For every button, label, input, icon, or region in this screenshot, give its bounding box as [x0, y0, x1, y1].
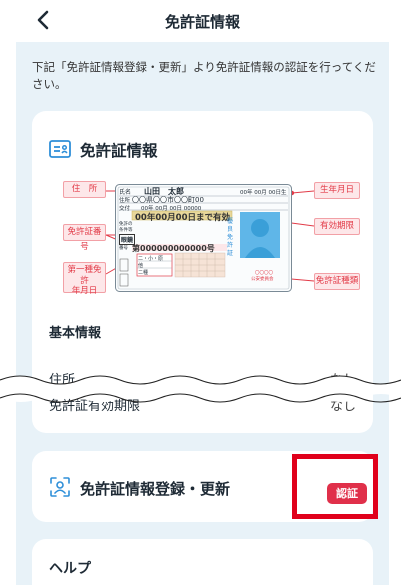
sample-issue-label: 交付 [119, 206, 131, 212]
sample-number: 第000000000000号 [132, 244, 215, 253]
sample-birth: 00年 00月 00日生 [240, 190, 287, 196]
sample-cond-label-2: 条件等 [119, 228, 133, 233]
intro-text: 下記「免許証情報登録・更新」より免許証情報の認証を行ってください。 [32, 60, 376, 91]
tag-first-class-date: 第一種免許 年月日 [63, 262, 106, 296]
address-row-value: なし [329, 373, 356, 388]
tag-license-type: 免許証種類 [314, 273, 360, 290]
page-title: 免許証情報 [164, 13, 240, 31]
person-scan-icon [50, 477, 70, 497]
license-card-image: 氏名 山田 太郎 00年 00月 00日生 住所 〇〇県〇〇市〇〇町00 交付 … [115, 184, 292, 292]
help-title: ヘルプ [49, 561, 91, 577]
sample-row-3: 二種 [138, 270, 149, 276]
tag-license-number: 免許証番号 [63, 224, 106, 252]
address-row-label: 住所 [49, 373, 76, 388]
license-info-card: 免許証情報 氏名 山田 太郎 00年 00月 00日生 住所 〇〇県〇〇市〇〇町… [32, 111, 373, 433]
tag-address: 住 所 [63, 181, 106, 198]
sample-row-1: 二・小・原 [138, 256, 164, 262]
tag-birth-date: 生年月日 [314, 182, 360, 199]
expiry-row-label: 免許証有効期限 [49, 399, 141, 414]
help-card[interactable]: ヘルプ [32, 539, 373, 585]
sample-address-label: 住所 [119, 198, 131, 204]
tag-expiry: 有効期限 [314, 218, 360, 235]
sample-issuer-2: 公安委員会 [251, 277, 274, 282]
sample-row-2: 他 [138, 263, 144, 269]
sample-side-text: 優良免許証 [227, 218, 234, 257]
sample-name-label: 氏名 [119, 189, 132, 196]
register-update-title: 免許証情報登録・更新 [80, 480, 231, 498]
highlight-frame [292, 454, 378, 519]
basic-info-title: 基本情報 [49, 326, 102, 341]
sample-expiry: 00年00月00日まで有効 [135, 213, 230, 223]
expiry-row-value: なし [329, 399, 356, 414]
sample-number-label: 番号 [119, 246, 128, 251]
top-bar: 免許証情報 [16, 0, 389, 42]
